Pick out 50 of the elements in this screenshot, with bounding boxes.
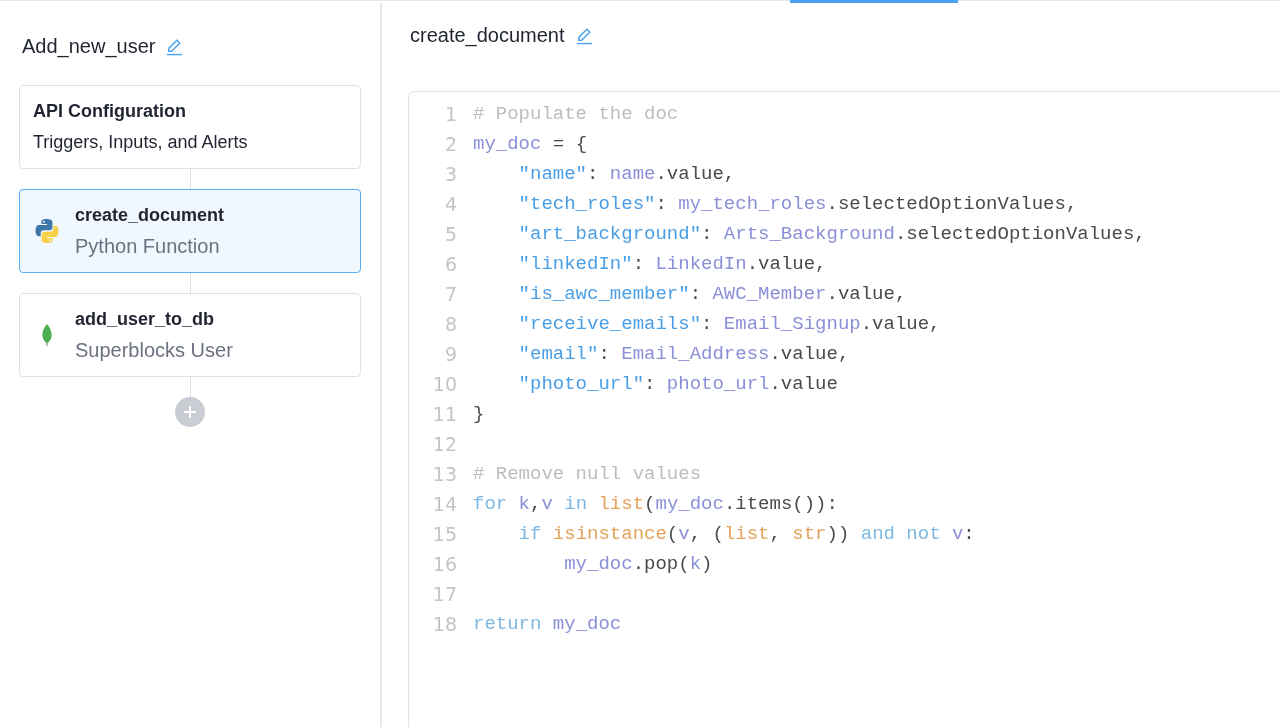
leaf-icon (41, 323, 53, 347)
code-line: "photo_url": photo_url.value (517, 371, 838, 397)
step-subtitle: Python Function (75, 234, 221, 258)
line-number: 12 (431, 431, 458, 457)
line-number: 5 (443, 221, 458, 247)
code-line: } (473, 401, 485, 427)
code-line: if isinstance(v, (list, str)) and not v: (517, 521, 975, 547)
plus-icon (183, 405, 197, 419)
code-line: "is_awc_member": AWC_Member.value, (517, 281, 907, 307)
code-editor[interactable] (408, 91, 1280, 727)
code-line: # Populate the doc (473, 101, 679, 127)
step-title: API Configuration (33, 100, 187, 122)
line-number: 15 (431, 521, 458, 547)
step-card[interactable]: add_user_to_db Superblocks User (19, 293, 361, 377)
code-line: for k,v in list(my_doc.items()): (473, 491, 838, 517)
step-title: create_document (75, 204, 225, 226)
line-number: 9 (443, 341, 458, 367)
line-number: 1 (443, 101, 458, 127)
step-title: add_user_to_db (75, 308, 216, 330)
python-logo-icon (34, 218, 60, 244)
step-card[interactable]: API Configuration Triggers, Inputs, and Alerts (19, 85, 361, 169)
line-number: 14 (431, 491, 458, 517)
code-line: return my_doc (473, 611, 622, 637)
code-line: "email": Email_Address.value, (517, 341, 850, 367)
code-line: my_doc = { (473, 131, 588, 157)
code-line: "linkedIn": LinkedIn.value, (517, 251, 827, 277)
line-number: 16 (431, 551, 458, 577)
line-number: 8 (443, 311, 458, 337)
line-number: 17 (431, 581, 458, 607)
line-number: 7 (443, 281, 458, 307)
line-number: 2 (443, 131, 458, 157)
code-line: "receive_emails": Email_Signup.value, (517, 311, 941, 337)
line-number: 4 (443, 191, 458, 217)
add-step-button[interactable] (175, 397, 205, 427)
line-number: 6 (443, 251, 458, 277)
line-number: 10 (431, 371, 458, 397)
line-number: 3 (443, 161, 458, 187)
line-number: 13 (431, 461, 458, 487)
code-line: "art_background": Arts_Background.selectedOptionValues, (517, 221, 1146, 247)
code-line: "tech_roles": my_tech_roles.selectedOptionValues, (517, 191, 1078, 217)
step-subtitle: Triggers, Inputs, and Alerts (33, 131, 248, 154)
code-line: # Remove null values (473, 461, 702, 487)
step-subtitle: Superblocks User (75, 338, 233, 362)
line-number: 18 (431, 611, 458, 637)
code-line: my_doc.pop(k) (563, 551, 713, 577)
step-name-title: create_document (410, 23, 565, 49)
code-line: "name": name.value, (517, 161, 736, 187)
line-number: 11 (431, 401, 458, 427)
workflow-title: Add_new_user (22, 34, 156, 60)
step-card[interactable]: create_document Python Function (19, 189, 361, 273)
